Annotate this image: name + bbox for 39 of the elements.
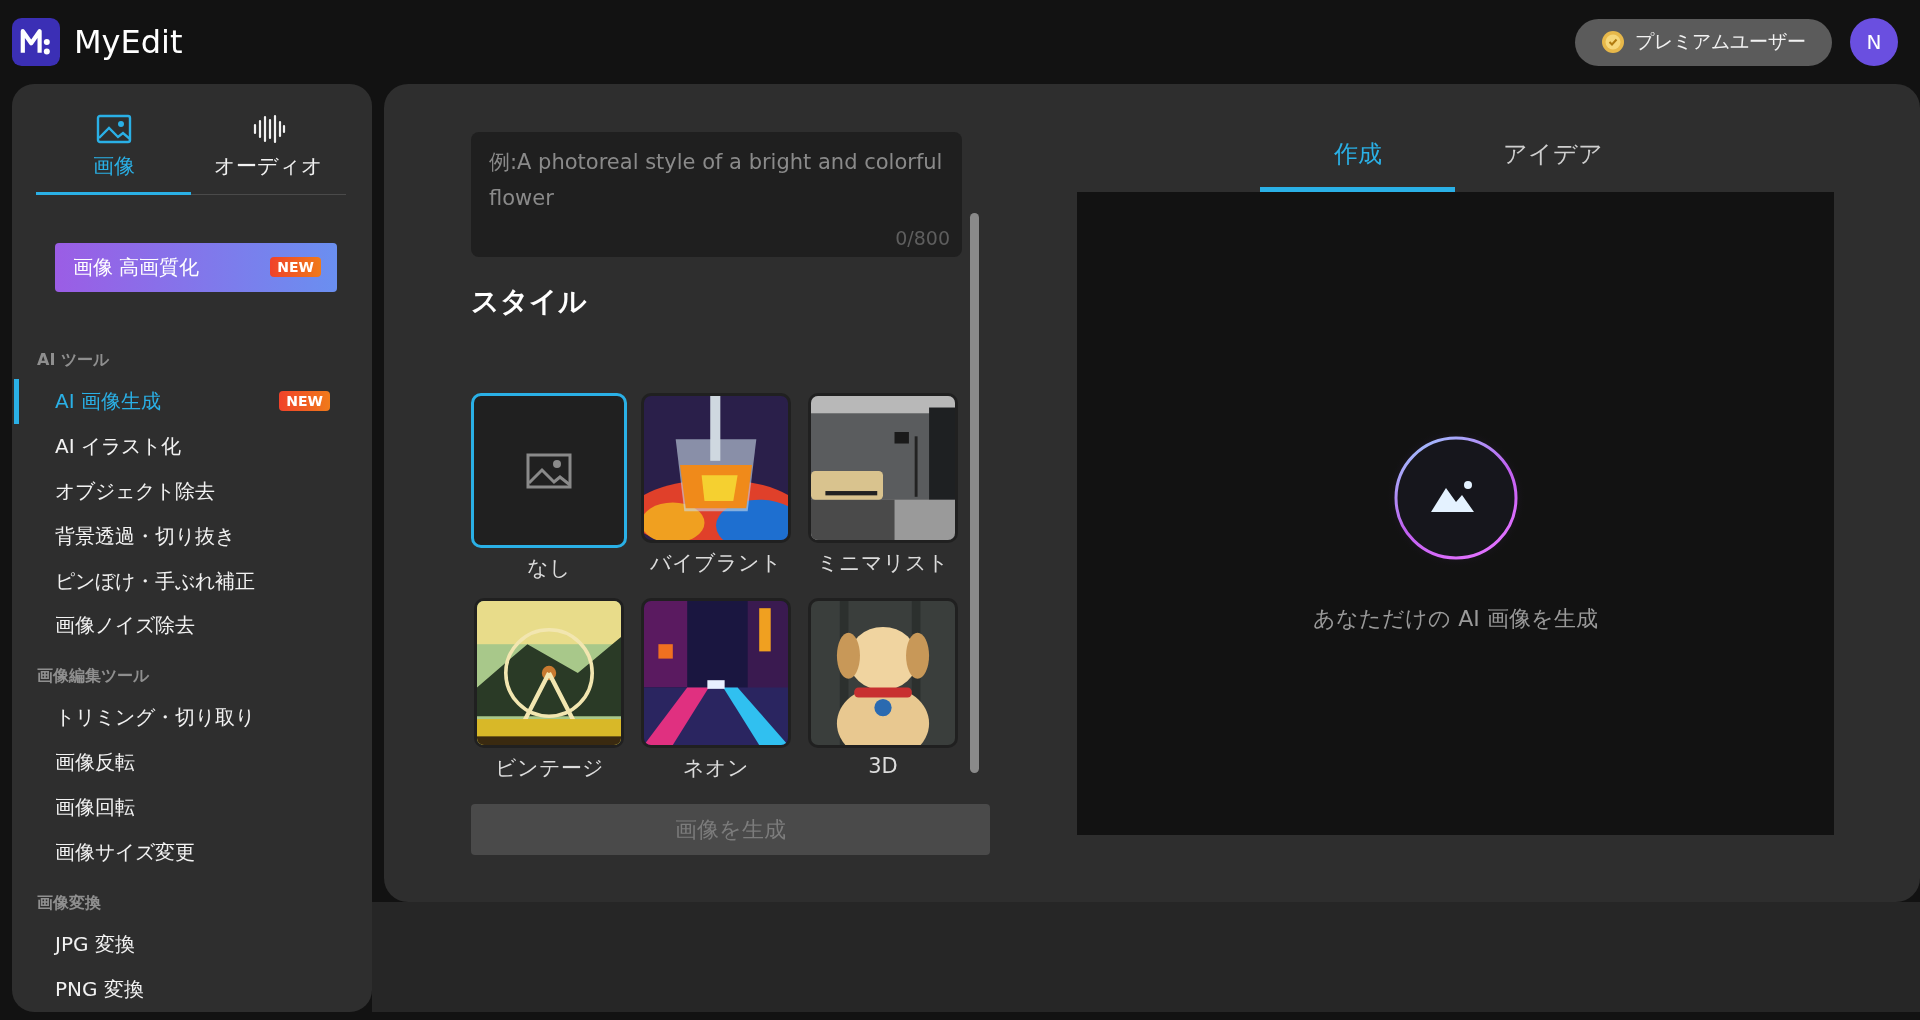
sidebar-item[interactable]: ピンぼけ・手ぶれ補正	[14, 558, 358, 604]
sidebar-item[interactable]: AI 画像生成 NEW	[14, 378, 358, 424]
premium-user-button[interactable]: プレミアムユーザー	[1575, 18, 1832, 66]
sidebar-item[interactable]: オブジェクト除去	[14, 468, 358, 514]
image-icon	[526, 452, 572, 489]
sidebar-item[interactable]: 画像回転	[14, 785, 358, 831]
sidebar-item[interactable]: 画像ノイズ除去	[14, 603, 358, 649]
style-label: ミニマリスト	[817, 550, 949, 577]
new-badge: NEW	[279, 391, 330, 412]
sidebar-item[interactable]: 画像反転	[14, 740, 358, 786]
sidebar-tab[interactable]: 画像	[36, 98, 191, 195]
sidebar-item[interactable]: AI イラスト化	[14, 423, 358, 469]
sidebar-item[interactable]: 背景透過・切り抜き	[14, 513, 358, 559]
style-heading: スタイル	[471, 284, 588, 320]
style-option[interactable]	[471, 393, 627, 548]
section-heading: 画像変換	[36, 892, 102, 915]
upscale-button[interactable]: 画像 高画質化 NEW	[55, 243, 337, 292]
section-heading: AI ツール	[36, 348, 110, 371]
style-label: なし	[527, 555, 571, 582]
medal-icon	[1601, 30, 1625, 54]
sidebar-item[interactable]: トリミング・切り取り	[14, 695, 358, 741]
image-icon	[95, 114, 132, 144]
new-badge: NEW	[270, 257, 321, 278]
scrollbar[interactable]	[970, 213, 979, 773]
user-avatar[interactable]: N	[1850, 18, 1898, 66]
sidebar-tab[interactable]: オーディオ	[191, 98, 346, 195]
style-label: 3D	[868, 754, 898, 778]
style-label: ビンテージ	[494, 755, 604, 782]
style-label: バイブラント	[650, 550, 782, 577]
logo-icon	[12, 18, 60, 66]
app-name: MyEdit	[74, 23, 183, 61]
sidebar-item[interactable]: 画像サイズ変更	[14, 830, 358, 876]
sidebar-item[interactable]: PNG 変換	[14, 967, 358, 1012]
style-label: ネオン	[683, 755, 749, 782]
character-counter: 0/800	[895, 227, 950, 249]
section-heading: 画像編集ツール	[36, 665, 150, 688]
result-tab[interactable]: アイデア	[1455, 132, 1650, 192]
sidebar-item[interactable]: JPG 変換	[14, 922, 358, 968]
preview-message: あなただけの AI 画像を生成	[1313, 605, 1598, 633]
